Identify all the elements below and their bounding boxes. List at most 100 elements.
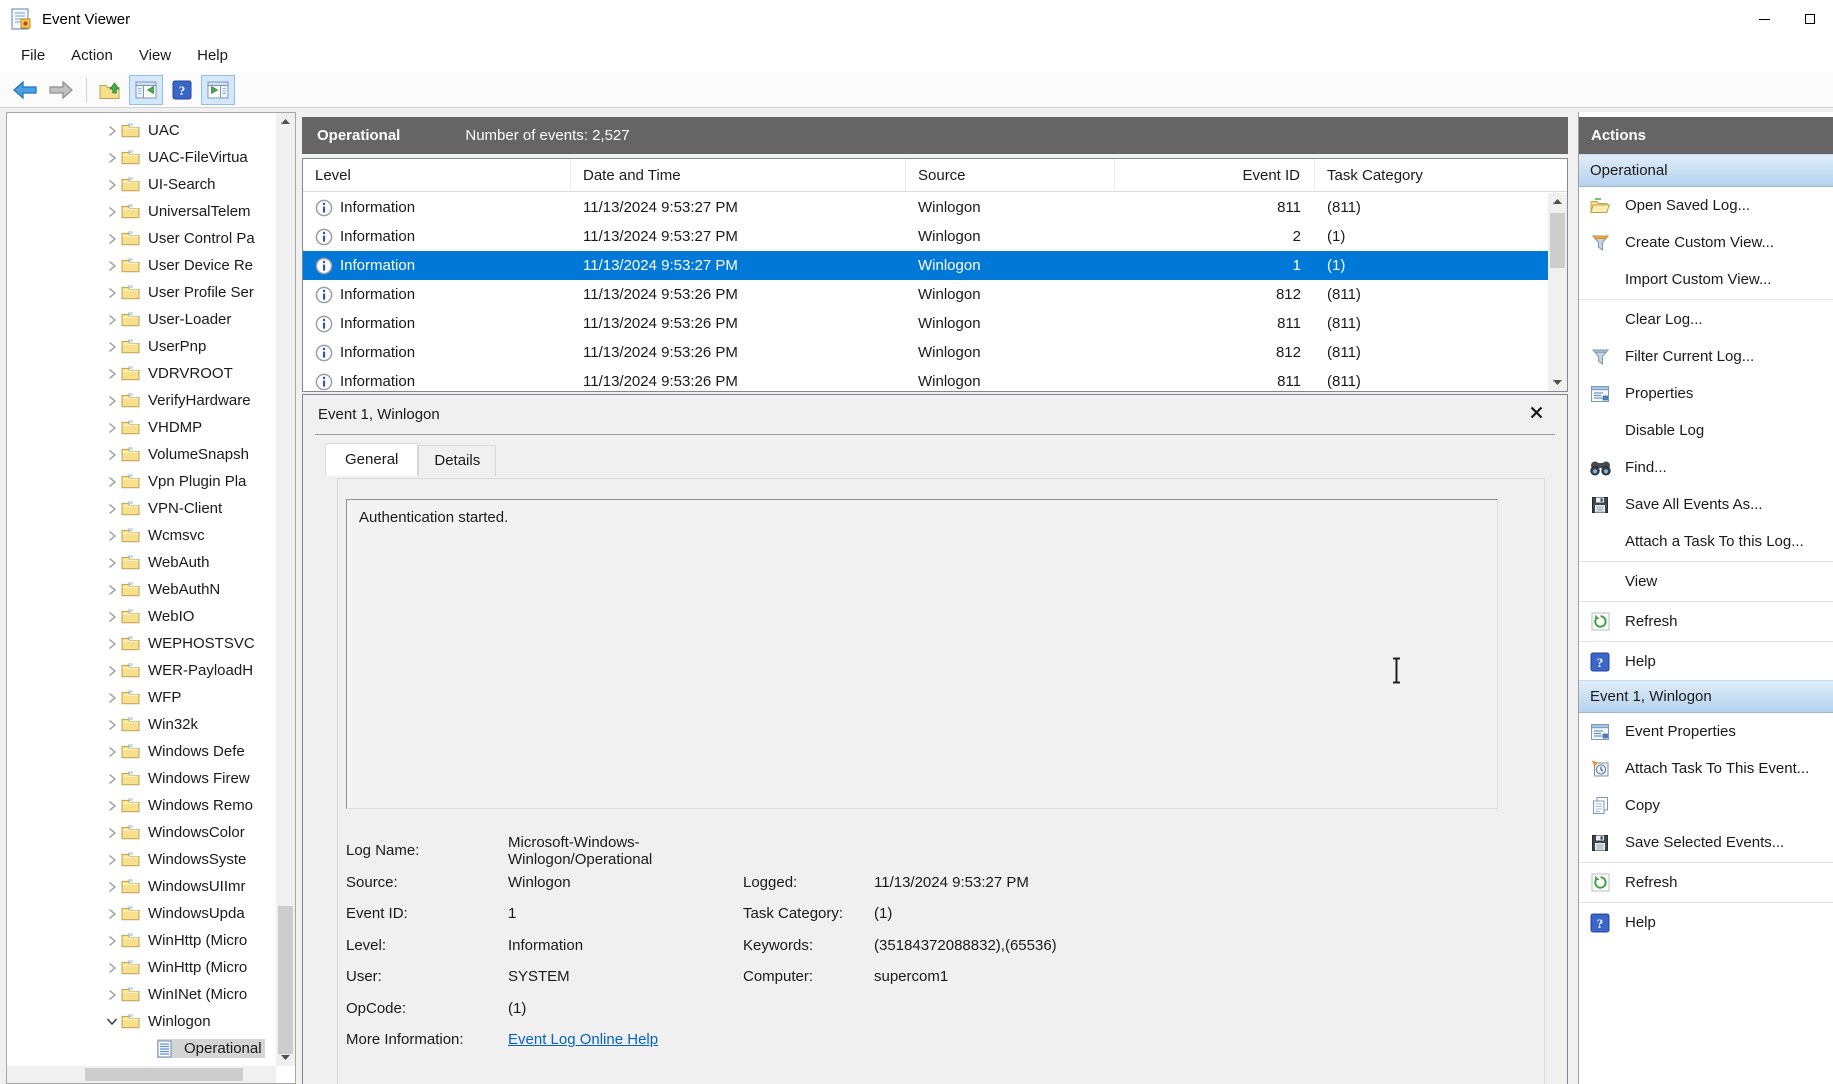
show-console-tree-button[interactable] — [129, 75, 163, 105]
chevron-right-icon[interactable] — [103, 746, 121, 758]
tree-item-wfp[interactable]: WFP — [7, 684, 276, 711]
column-header-task-category[interactable]: Task Category — [1315, 159, 1567, 191]
tree-item-vhdmp[interactable]: VHDMP — [7, 414, 276, 441]
tree-scrollbar-thumb[interactable] — [278, 906, 293, 1054]
scroll-up-icon[interactable] — [1548, 193, 1567, 210]
tab-details[interactable]: Details — [418, 445, 496, 476]
back-button[interactable] — [8, 75, 42, 105]
action-copy[interactable]: Copy — [1579, 787, 1833, 824]
event-list-scrollbar-thumb[interactable] — [1550, 213, 1565, 268]
event-log-online-help-link[interactable]: Event Log Online Help — [508, 1031, 743, 1048]
table-row[interactable]: Information11/13/2024 9:53:27 PMWinlogon… — [303, 193, 1548, 222]
table-row[interactable]: Information11/13/2024 9:53:27 PMWinlogon… — [303, 222, 1548, 251]
scroll-down-icon[interactable] — [276, 1049, 295, 1066]
table-row[interactable]: Information11/13/2024 9:53:26 PMWinlogon… — [303, 280, 1548, 309]
action-disable-log[interactable]: Disable Log — [1579, 412, 1833, 449]
chevron-right-icon[interactable] — [103, 368, 121, 380]
action-save-all-events-as-[interactable]: Save All Events As... — [1579, 486, 1833, 523]
action-attach-task-to-this-event-[interactable]: Attach Task To This Event... — [1579, 750, 1833, 787]
chevron-right-icon[interactable] — [103, 233, 121, 245]
tree-horizontal-scrollbar[interactable] — [7, 1066, 276, 1083]
tree-item-windowsuiimr[interactable]: WindowsUIImr — [7, 873, 276, 900]
action-help[interactable]: ?Help — [1579, 904, 1833, 941]
chevron-right-icon[interactable] — [103, 395, 121, 407]
close-details-button[interactable] — [1530, 406, 1543, 419]
tree-item-operational[interactable]: Operational — [7, 1035, 276, 1062]
action-refresh[interactable]: Refresh — [1579, 603, 1833, 640]
table-row[interactable]: Information11/13/2024 9:53:26 PMWinlogon… — [303, 367, 1548, 391]
menu-view[interactable]: View — [126, 41, 184, 70]
chevron-down-icon[interactable] — [103, 1017, 121, 1026]
tree-item-windowssyste[interactable]: WindowsSyste — [7, 846, 276, 873]
tree-item-uac-filevirtua[interactable]: UAC-FileVirtua — [7, 144, 276, 171]
tree-item-user-device-re[interactable]: User Device Re — [7, 252, 276, 279]
help-button[interactable]: ? — [165, 75, 199, 105]
action-attach-a-task-to-this-log-[interactable]: Attach a Task To this Log... — [1579, 523, 1833, 560]
tree-item-windows-remo[interactable]: Windows Remo — [7, 792, 276, 819]
tree-item-vdrvroot[interactable]: VDRVROOT — [7, 360, 276, 387]
tree-item-winhttp-micro[interactable]: WinHttp (Micro — [7, 954, 276, 981]
tree-item-win32k[interactable]: Win32k — [7, 711, 276, 738]
chevron-right-icon[interactable] — [103, 962, 121, 974]
chevron-right-icon[interactable] — [103, 800, 121, 812]
chevron-right-icon[interactable] — [103, 881, 121, 893]
tree-item-user-loader[interactable]: User-Loader — [7, 306, 276, 333]
chevron-right-icon[interactable] — [103, 665, 121, 677]
menu-help[interactable]: Help — [184, 41, 241, 70]
tree-item-windows-defe[interactable]: Windows Defe — [7, 738, 276, 765]
chevron-right-icon[interactable] — [103, 503, 121, 515]
tree-item-webauth[interactable]: WebAuth — [7, 549, 276, 576]
chevron-right-icon[interactable] — [103, 314, 121, 326]
tree-item-wininet-micro[interactable]: WinINet (Micro — [7, 981, 276, 1008]
chevron-right-icon[interactable] — [103, 422, 121, 434]
column-header-date-and-time[interactable]: Date and Time — [571, 159, 906, 191]
action-properties[interactable]: Properties — [1579, 375, 1833, 412]
menu-file[interactable]: File — [8, 41, 58, 70]
tree-item-wcmsvc[interactable]: Wcmsvc — [7, 522, 276, 549]
tree-item-universaltelem[interactable]: UniversalTelem — [7, 198, 276, 225]
tree-item-ui-search[interactable]: UI-Search — [7, 171, 276, 198]
tree-item-windowscolor[interactable]: WindowsColor — [7, 819, 276, 846]
tab-general[interactable]: General — [325, 443, 418, 476]
tree-item-windows-firew[interactable]: Windows Firew — [7, 765, 276, 792]
action-view[interactable]: View — [1579, 563, 1833, 600]
action-find-[interactable]: Find... — [1579, 449, 1833, 486]
chevron-right-icon[interactable] — [103, 773, 121, 785]
actions-group-header[interactable]: Operational — [1579, 154, 1833, 187]
tree-item-webio[interactable]: WebIO — [7, 603, 276, 630]
chevron-right-icon[interactable] — [103, 692, 121, 704]
event-list-scrollbar[interactable] — [1548, 193, 1567, 391]
show-action-pane-button[interactable] — [201, 75, 235, 105]
table-row[interactable]: Information11/13/2024 9:53:27 PMWinlogon… — [303, 251, 1548, 280]
action-filter-current-log-[interactable]: Filter Current Log... — [1579, 338, 1833, 375]
tree-item-winlogon[interactable]: Winlogon — [7, 1008, 276, 1035]
chevron-right-icon[interactable] — [103, 989, 121, 1001]
chevron-right-icon[interactable] — [103, 854, 121, 866]
chevron-right-icon[interactable] — [103, 557, 121, 569]
chevron-right-icon[interactable] — [103, 935, 121, 947]
action-refresh[interactable]: Refresh — [1579, 864, 1833, 901]
tree-item-verifyhardware[interactable]: VerifyHardware — [7, 387, 276, 414]
tree-item-uac[interactable]: UAC — [7, 117, 276, 144]
tree-item-wer-payloadh[interactable]: WER-PayloadH — [7, 657, 276, 684]
action-create-custom-view-[interactable]: Create Custom View... — [1579, 224, 1833, 261]
actions-group-header[interactable]: Event 1, Winlogon — [1579, 680, 1833, 713]
tree-vertical-scrollbar[interactable] — [276, 113, 295, 1066]
tree-item-vpn-plugin-pla[interactable]: Vpn Plugin Pla — [7, 468, 276, 495]
table-row[interactable]: Information11/13/2024 9:53:26 PMWinlogon… — [303, 309, 1548, 338]
chevron-right-icon[interactable] — [103, 476, 121, 488]
column-header-level[interactable]: Level — [303, 159, 571, 191]
forward-button[interactable] — [44, 75, 78, 105]
chevron-right-icon[interactable] — [103, 638, 121, 650]
chevron-right-icon[interactable] — [103, 827, 121, 839]
chevron-right-icon[interactable] — [103, 719, 121, 731]
action-help[interactable]: ?Help — [1579, 643, 1833, 680]
column-header-event-id[interactable]: Event ID — [1115, 159, 1315, 191]
chevron-right-icon[interactable] — [103, 584, 121, 596]
chevron-right-icon[interactable] — [103, 530, 121, 542]
minimize-button[interactable] — [1741, 0, 1787, 38]
chevron-right-icon[interactable] — [103, 260, 121, 272]
action-open-saved-log-[interactable]: Open Saved Log... — [1579, 187, 1833, 224]
event-description-box[interactable]: Authentication started. — [346, 499, 1498, 809]
tree-item-user-profile-ser[interactable]: User Profile Ser — [7, 279, 276, 306]
